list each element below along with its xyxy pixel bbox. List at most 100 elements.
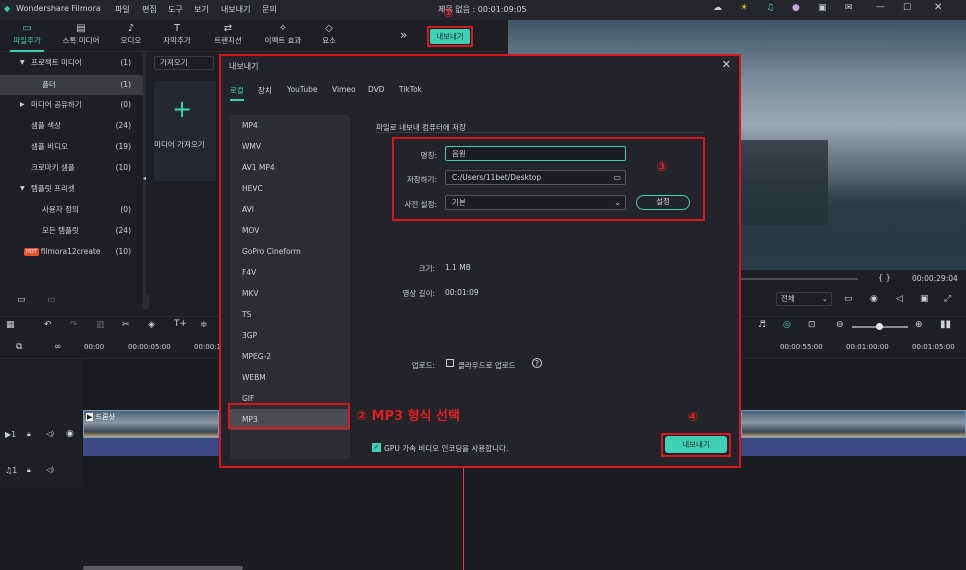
format-webm[interactable]: WEBM (230, 367, 350, 388)
fit-icon[interactable]: ⊡ (808, 320, 816, 330)
avatar-icon[interactable]: ● (792, 3, 800, 13)
lock-icon[interactable]: 🔒︎ (27, 466, 31, 475)
cut-icon[interactable]: ✂ (122, 320, 130, 330)
redo-icon[interactable]: ↷ (70, 320, 78, 330)
import-dropdown[interactable]: 가져오기 (154, 56, 214, 70)
gpu-checkbox[interactable]: ✓ (372, 443, 381, 452)
tab-tiktok[interactable]: TikTok (399, 85, 422, 94)
video-clip-audio[interactable] (83, 438, 219, 456)
format-av1-mp4[interactable]: AV1 MP4 (230, 157, 350, 178)
format-ts[interactable]: TS (230, 304, 350, 325)
format-wmv[interactable]: WMV (230, 136, 350, 157)
tab-audio[interactable]: ♪ 오디오 (116, 22, 146, 46)
format-avi[interactable]: AVI (230, 199, 350, 220)
library-item-chroma-samples[interactable]: 크로마키 샘플 (10) (0, 158, 143, 178)
format-mpeg2[interactable]: MPEG-2 (230, 346, 350, 367)
library-item-sample-videos[interactable]: 샘플 비디오 (19) (0, 137, 143, 157)
library-item-sample-colors[interactable]: 샘플 색상 (24) (0, 116, 143, 136)
help-icon[interactable]: ? (532, 358, 542, 368)
folder-icon[interactable]: ▭ (47, 295, 56, 305)
render-icon[interactable]: ◎ (783, 320, 791, 330)
adjust-icon[interactable]: ≑ (200, 320, 208, 330)
library-item-project-media[interactable]: ▼ 프로젝트 미디어 (1) (0, 53, 143, 73)
menu-tools[interactable]: 도구 (168, 4, 183, 15)
cloud-upload-checkbox[interactable] (446, 359, 454, 367)
zoom-in-icon[interactable]: ⊕ (915, 320, 923, 330)
panel-toggle-icon[interactable]: ▮▮ (940, 319, 951, 330)
quality-dropdown[interactable]: 전체 ⌄ (776, 292, 832, 306)
tab-local[interactable]: 로컬 (230, 85, 244, 101)
menu-file[interactable]: 파일 (115, 4, 130, 15)
eye-icon[interactable]: ◉ (66, 429, 74, 439)
export-button[interactable]: 내보내기 (665, 436, 727, 453)
library-item-custom[interactable]: 사용자 정의 (0) (0, 200, 143, 220)
library-item-all-templates[interactable]: 모든 템플릿 (24) (0, 221, 143, 241)
menu-help[interactable]: 문의 (262, 4, 277, 15)
tab-elements[interactable]: ◇ 요소 (318, 22, 340, 46)
menu-edit[interactable]: 편집 (142, 4, 157, 15)
minimize-icon[interactable]: — (876, 2, 885, 12)
preset-dropdown[interactable]: 기본 ⌄ (445, 195, 626, 210)
fullscreen-icon[interactable]: ⤢ (944, 294, 951, 304)
zoom-out-icon[interactable]: ⊖ (836, 320, 844, 330)
mute-icon[interactable]: ◁) (46, 466, 54, 474)
folder-icon[interactable]: ▭ (613, 171, 621, 184)
new-folder-icon[interactable]: ▭ (17, 295, 26, 305)
settings-button[interactable]: 설정 (636, 195, 690, 210)
headset-icon[interactable]: ♫ (766, 3, 774, 13)
close-icon[interactable]: ✕ (722, 58, 731, 71)
volume-icon[interactable]: ◁ (896, 294, 903, 304)
format-3gp[interactable]: 3GP (230, 325, 350, 346)
grid-icon[interactable]: ▦ (6, 320, 15, 330)
menu-export[interactable]: 내보내기 (221, 4, 250, 15)
link-icon[interactable]: ∞ (54, 342, 62, 352)
save-icon[interactable]: ▣ (818, 3, 827, 13)
format-mov[interactable]: MOV (230, 220, 350, 241)
mute-icon[interactable]: ◁) (46, 430, 54, 438)
mark-braces[interactable]: { } (878, 273, 891, 282)
video-clip-audio[interactable] (741, 438, 966, 456)
save-location-field[interactable]: C:/Users/11bet/Desktop ▭ (445, 170, 626, 185)
close-icon[interactable]: ✕ (934, 2, 942, 13)
zoom-slider-handle[interactable] (876, 323, 883, 330)
snapshot-icon[interactable]: ◉ (870, 294, 878, 304)
cloud-icon[interactable]: ☁ (713, 3, 722, 13)
name-field[interactable]: 음원 (445, 146, 626, 161)
import-media-tile[interactable]: + 미디어 가져오기 (154, 81, 216, 181)
tab-vimeo[interactable]: Vimeo (332, 85, 356, 94)
lock-icon[interactable]: 🔒︎ (27, 430, 31, 439)
video-clip[interactable] (741, 410, 966, 438)
tab-dvd[interactable]: DVD (368, 85, 385, 94)
audio-mixer-icon[interactable]: ♬ (758, 320, 766, 330)
tab-transitions[interactable]: ⇄ 트랜지션 (208, 22, 248, 46)
library-item-filmora12create[interactable]: HOT filmora12create (10) (0, 242, 143, 262)
delete-icon[interactable]: ▥ (96, 320, 105, 330)
timeline-scrollbar[interactable] (83, 566, 243, 570)
tab-device[interactable]: 장치 (258, 85, 272, 96)
tab-effects[interactable]: ✧ 이펙트 효과 (259, 22, 307, 46)
video-clip[interactable]: ▶ 드론샷 (83, 410, 219, 438)
more-tabs-icon[interactable]: » (400, 28, 407, 42)
monitor-icon[interactable]: ▭ (844, 294, 853, 304)
tab-titles[interactable]: T 자막추가 (158, 22, 196, 46)
format-mkv[interactable]: MKV (230, 283, 350, 304)
tab-stock-media[interactable]: ▤ 스톡 미디어 (58, 22, 104, 46)
library-item-folder[interactable]: 폴더 (1) (0, 75, 143, 95)
undo-icon[interactable]: ↶ (44, 320, 52, 330)
maximize-icon[interactable]: ☐ (903, 3, 911, 13)
idea-icon[interactable]: ☀ (740, 3, 748, 13)
format-f4v[interactable]: F4V (230, 262, 350, 283)
tag-icon[interactable]: ◈ (148, 320, 155, 330)
library-item-template-presets[interactable]: ▼ 템플릿 프리셋 (0, 179, 143, 199)
export-top-button[interactable]: 내보내기 (430, 29, 470, 44)
tab-youtube[interactable]: YouTube (287, 85, 318, 94)
add-text-icon[interactable]: T+ (174, 319, 187, 329)
tab-import[interactable]: ▭ 파일추가 (10, 22, 44, 52)
add-track-icon[interactable]: ⧉ (16, 342, 22, 352)
menu-view[interactable]: 보기 (194, 4, 209, 15)
library-item-shared-media[interactable]: ▶ 미디어 공유하기 (0) (0, 95, 143, 115)
format-gopro-cineform[interactable]: GoPro Cineform (230, 241, 350, 262)
format-mp4[interactable]: MP4 (230, 115, 350, 136)
mail-icon[interactable]: ✉ (845, 3, 853, 13)
preview-scrubber[interactable] (738, 278, 858, 280)
